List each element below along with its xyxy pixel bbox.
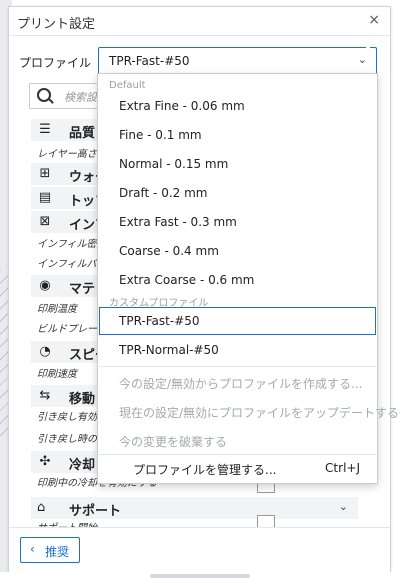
profile-option-fine[interactable]: Fine - 0.1 mm — [99, 121, 376, 149]
chevron-down-icon: ⌄ — [338, 500, 348, 513]
profile-option-coarse[interactable]: Coarse - 0.4 mm — [99, 237, 376, 265]
category-top-bottom[interactable]: ▤ トップ/ボトム — [31, 187, 152, 209]
action-label: 今の変更を破棄する — [119, 435, 228, 449]
travel-icon: ⇆ — [39, 388, 51, 403]
recommended-button[interactable]: ‹ 推奨 — [20, 537, 80, 563]
category-speed[interactable]: ◔ スピード — [31, 341, 121, 363]
wall-icon: ⊞ — [39, 166, 51, 181]
horizontal-scrollbar[interactable] — [150, 574, 250, 578]
material-icon: ◉ — [39, 278, 51, 293]
search-icon — [37, 88, 51, 102]
panel-title: プリント設定 — [17, 17, 96, 32]
profile-dropdown: Default Extra Fine - 0.06 mm Fine - 0.1 … — [97, 73, 399, 484]
profile-option-draft[interactable]: Draft - 0.2 mm — [99, 179, 376, 207]
category-travel[interactable]: ⇆ 移動 — [31, 385, 101, 407]
option-label: Draft - 0.2 mm — [119, 186, 208, 200]
profile-select[interactable]: TPR-Fast-#50 ⌄ — [98, 47, 377, 75]
discard-changes-action[interactable]: 今の変更を破棄する — [99, 426, 376, 454]
category-support[interactable]: ⌂ サポート ⌄ — [31, 497, 358, 519]
recommended-label: 推奨 — [45, 545, 70, 559]
profile-option-extra-fast[interactable]: Extra Fast - 0.3 mm — [99, 208, 376, 236]
category-label: 移動 — [69, 392, 96, 407]
chevron-left-icon: ‹ — [30, 542, 35, 556]
category-cooling[interactable]: ✣ 冷却 — [31, 451, 101, 473]
profile-select-value: TPR-Fast-#50 — [109, 54, 190, 68]
group-header-default: Default — [109, 80, 146, 91]
setting-infill-density[interactable]: インフィル密度 — [37, 235, 103, 254]
option-label: Extra Fast - 0.3 mm — [119, 215, 237, 229]
setting-build-plate-temp[interactable]: ビルドプレート温度 — [37, 320, 103, 339]
manage-profiles-action[interactable]: プロファイルを管理する... Ctrl+J — [99, 454, 376, 482]
create-profile-action[interactable]: 今の設定/無効からプロファイルを作成する... — [99, 368, 376, 396]
profile-option-normal[interactable]: Normal - 0.15 mm — [99, 150, 376, 178]
support-icon: ⌂ — [37, 500, 46, 515]
update-profile-action[interactable]: 現在の設定/無効にプロファイルをアップデートする — [99, 397, 399, 425]
shortcut-label: Ctrl+J — [325, 461, 360, 475]
category-quality[interactable]: ☰ 品質 — [31, 119, 101, 141]
quality-icon: ☰ — [39, 122, 51, 137]
option-label: Extra Fine - 0.06 mm — [119, 99, 245, 113]
panel-footer: ‹ 推奨 — [9, 527, 390, 574]
setting-retraction-travel[interactable]: 引き戻し時の移動 — [37, 430, 103, 449]
profile-option-extra-fine[interactable]: Extra Fine - 0.06 mm — [99, 92, 376, 120]
setting-layer-height[interactable]: レイヤー高さ — [37, 145, 103, 164]
setting-print-speed[interactable]: 印刷速度 — [37, 365, 103, 384]
option-label: Fine - 0.1 mm — [119, 128, 202, 142]
profile-option-extra-coarse[interactable]: Extra Coarse - 0.6 mm — [99, 266, 376, 294]
profile-label: プロファイル — [19, 56, 92, 70]
action-label: 現在の設定/無効にプロファイルをアップデートする — [119, 406, 400, 420]
category-walls[interactable]: ⊞ ウォール — [31, 163, 121, 185]
action-label: プロファイルを管理する... — [133, 463, 277, 477]
option-label: Normal - 0.15 mm — [119, 157, 229, 171]
option-label: Coarse - 0.4 mm — [119, 244, 219, 258]
category-label: 品質 — [69, 126, 96, 141]
option-label: TPR-Fast-#50 — [119, 314, 200, 328]
category-infill[interactable]: ⊠ インフィル — [31, 211, 133, 233]
option-label: TPR-Normal-#50 — [119, 343, 219, 357]
setting-infill-pattern[interactable]: インフィルパターン — [37, 255, 103, 274]
close-icon[interactable]: × — [368, 12, 380, 28]
category-label: 冷却 — [69, 458, 96, 473]
infill-icon: ⊠ — [39, 214, 51, 229]
category-material[interactable]: ◉ マテリアル — [31, 275, 134, 297]
option-label: Extra Coarse - 0.6 mm — [119, 273, 255, 287]
titlebar: プリント設定 × — [9, 7, 390, 36]
cooling-icon: ✣ — [39, 454, 51, 469]
category-label: サポート — [69, 504, 122, 519]
speed-icon: ◔ — [39, 344, 51, 359]
search-input[interactable]: 検索設定 — [29, 83, 108, 109]
profile-option-tpr-fast[interactable]: TPR-Fast-#50 — [99, 307, 376, 335]
menu-divider — [99, 366, 376, 367]
topbottom-icon: ▤ — [38, 190, 52, 205]
profile-option-tpr-normal[interactable]: TPR-Normal-#50 — [99, 336, 376, 364]
setting-print-temp[interactable]: 印刷温度 — [37, 300, 103, 319]
setting-retraction-enable[interactable]: 引き戻し有効 — [37, 408, 103, 427]
action-label: 今の設定/無効からプロファイルを作成する... — [119, 377, 363, 391]
